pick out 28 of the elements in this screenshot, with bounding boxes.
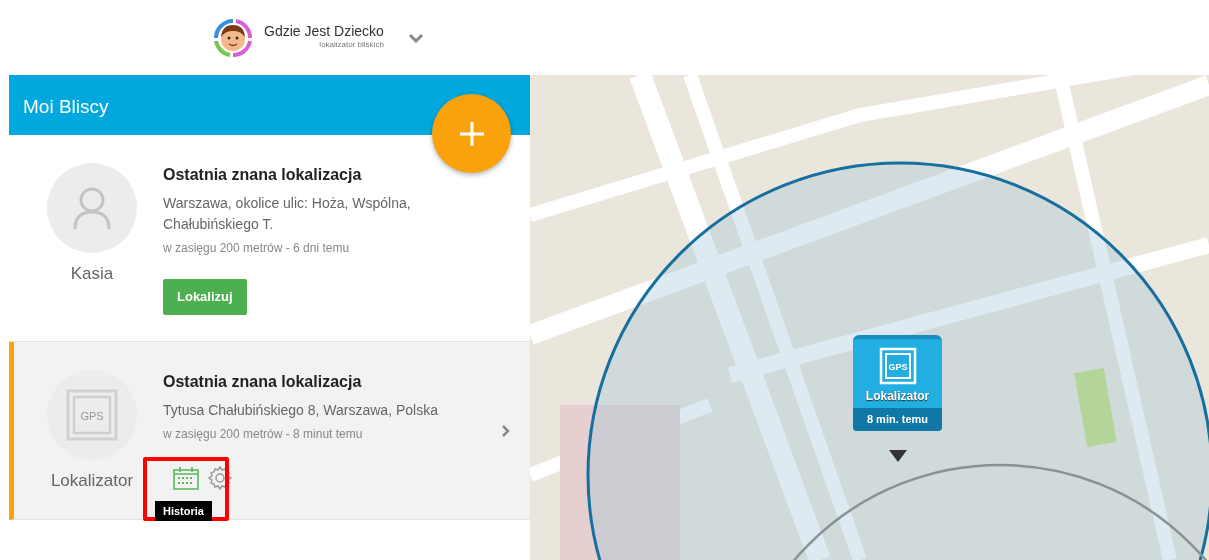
settings-icon[interactable]: [207, 464, 233, 491]
gps-device-icon: GPS: [66, 388, 118, 441]
chevron-down-icon[interactable]: [407, 32, 424, 43]
contact-name: Lokalizator: [50, 469, 134, 492]
map-background[interactable]: GPS Lokalizator 8 min. temu: [530, 75, 1209, 560]
gps-device-icon: GPS: [878, 347, 917, 385]
location-accuracy: w zasięgu 200 metrów - 6 dni temu: [163, 240, 351, 257]
chevron-right-icon[interactable]: [501, 424, 510, 439]
contact-card[interactable]: GPS Lokalizator Ostatnia znana lokalizacja Tytusa Chałubińskiego 8, Warszawa, Polska w zasięgu 200 metrów - 8 minut temu Historia: [9, 341, 530, 520]
location-accuracy: w zasięgu 200 metrów - 8 minut temu: [163, 425, 364, 443]
panel-title: Moi Bliscy: [9, 75, 530, 135]
location-marker[interactable]: GPS Lokalizator 8 min. temu: [853, 335, 942, 431]
calendar-icon[interactable]: [173, 465, 199, 490]
location-address: Warszawa, okolice ulic: Hoża, Wspólna, Chałubińskiego T.: [163, 194, 412, 234]
tooltip: Historia: [155, 500, 212, 521]
location-address: Tytusa Chałubińskiego 8, Warszawa, Polska: [163, 400, 439, 420]
app-tagline: lokalizator bliskich: [318, 39, 384, 52]
plus-icon: [458, 120, 485, 147]
person-icon: [72, 186, 112, 230]
contact-card[interactable]: Kasia Ostatnia znana lokalizacja Warszawa, okolice ulic: Hoża, Wspólna, Chałubińskiego T. w zasięgu 200 metrów - 6 dni temu Lokalizuj: [9, 135, 530, 342]
locate-button[interactable]: Lokalizuj: [163, 279, 247, 315]
contact-name: Kasia: [70, 263, 114, 285]
marker-time: 8 min. temu: [853, 408, 942, 431]
location-heading: Ostatnia znana lokalizacja: [163, 165, 363, 185]
app-name: Gdzie Jest Dziecko: [264, 23, 384, 40]
location-heading: Ostatnia znana lokalizacja: [163, 371, 363, 392]
marker-pointer: [889, 450, 907, 462]
marker-title: Lokalizator: [864, 388, 931, 405]
